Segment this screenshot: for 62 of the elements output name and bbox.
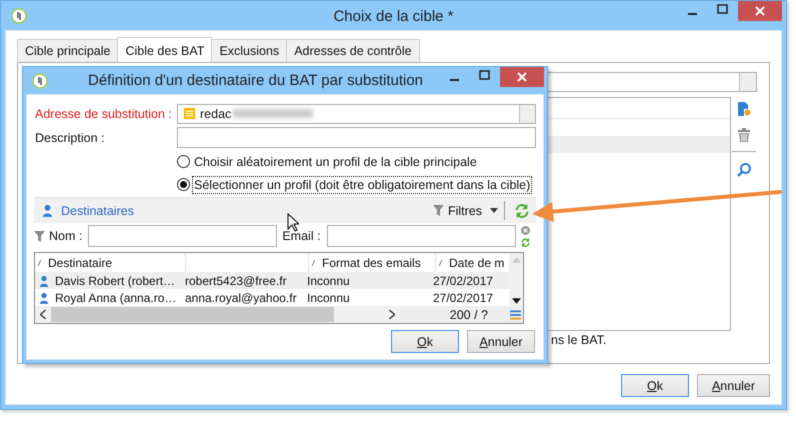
recipients-link[interactable]: Destinataires xyxy=(61,204,134,218)
cursor-icon xyxy=(287,213,299,232)
scroll-right-icon[interactable] xyxy=(389,310,395,319)
column-header[interactable]: Date de m xyxy=(436,253,509,272)
table-cell: Inconnu xyxy=(307,290,350,304)
table-row[interactable]: Davis Robert (robert… robert5423@free.fr Inconnu 27/02/2017 xyxy=(35,272,509,289)
new-document-icon[interactable] xyxy=(736,101,752,117)
radio-button[interactable] xyxy=(177,155,190,168)
filters-menu[interactable]: Filtres xyxy=(448,204,482,218)
filter-label: Email : xyxy=(282,229,321,243)
record-count: 200 / ? xyxy=(448,308,489,322)
dialog-title: Définition d'un destinataire du BAT par substitution xyxy=(88,72,424,89)
radio-button[interactable] xyxy=(177,178,190,191)
table-cell: Inconnu xyxy=(307,274,350,288)
cancel-button[interactable]: Annuler xyxy=(697,374,770,397)
table-cell: 27/02/2017 xyxy=(433,290,494,304)
tab[interactable]: Exclusions xyxy=(211,39,288,62)
field-label: Description : xyxy=(34,130,106,144)
address-field[interactable]: redac xyxy=(177,104,536,124)
option-label[interactable]: Choisir aléatoirement un profil de la cible principale xyxy=(193,154,478,170)
ok-button[interactable]: Ok xyxy=(621,374,689,397)
column-title: Destinataire xyxy=(48,256,112,270)
ok-button[interactable]: Ok xyxy=(391,330,459,353)
app-icon xyxy=(11,8,27,24)
name-field[interactable] xyxy=(88,225,278,247)
scroll-left-icon[interactable] xyxy=(40,310,46,319)
close-icon[interactable] xyxy=(500,67,544,87)
field-value: redac xyxy=(200,106,232,120)
cancel-button[interactable]: Annuler xyxy=(467,330,535,353)
table-cell: robert5423@free.fr xyxy=(185,274,287,288)
table-cell: anna.royal@yahoo.fr xyxy=(185,290,297,304)
vertical-scrollbar[interactable] xyxy=(509,253,523,306)
option-label[interactable]: Sélectionner un profil (doit être obligatoirement dans la cible) xyxy=(193,176,532,192)
scroll-down-icon[interactable] xyxy=(512,298,520,304)
table-cell: Royal Anna (anna.ro… xyxy=(55,290,176,304)
trash-icon[interactable] xyxy=(736,127,752,143)
search-icon[interactable] xyxy=(736,162,752,178)
description-field[interactable] xyxy=(177,127,536,148)
filter-label: Nom : xyxy=(49,229,82,243)
funnel-icon[interactable] xyxy=(432,204,444,217)
window-title: Choix de la cible * xyxy=(332,8,455,25)
person-icon xyxy=(39,274,49,286)
column-title: Format des emails xyxy=(322,256,421,270)
person-icon xyxy=(39,292,49,304)
table-cell: 27/02/2017 xyxy=(433,274,494,288)
refresh-icon[interactable] xyxy=(520,238,530,246)
field-label: Adresse de substitution : xyxy=(34,106,173,120)
tab[interactable]: Adresses de contrôle xyxy=(286,39,420,62)
email-field[interactable] xyxy=(326,225,516,247)
menu-icon[interactable] xyxy=(510,310,521,320)
table-row[interactable]: Royal Anna (anna.ro… anna.royal@yahoo.fr Inconnu 27/02/2017 xyxy=(35,289,509,306)
tab[interactable]: Cible principale xyxy=(17,39,118,62)
funnel-icon xyxy=(34,230,45,242)
table-cell: Davis Robert (robert… xyxy=(55,274,176,288)
close-icon[interactable] xyxy=(738,1,782,21)
person-icon xyxy=(42,204,53,217)
refresh-icon[interactable] xyxy=(514,202,530,218)
clear-icon[interactable] xyxy=(520,226,530,234)
info-text: ns le BAT. xyxy=(551,333,606,347)
app-icon xyxy=(32,72,48,88)
list-icon xyxy=(183,107,196,120)
column-title: Date de m xyxy=(449,256,504,270)
